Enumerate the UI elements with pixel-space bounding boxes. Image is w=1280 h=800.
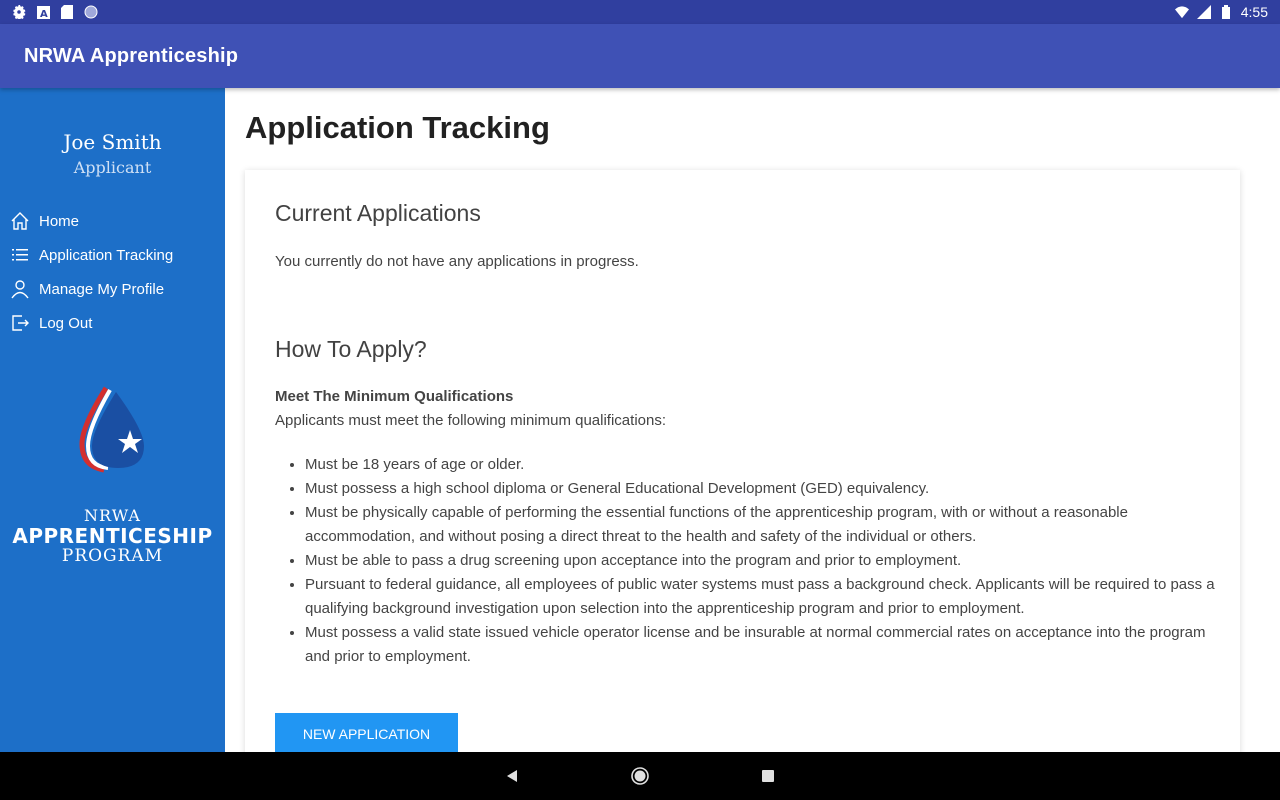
person-icon — [10, 279, 30, 299]
battery-icon — [1219, 5, 1233, 19]
logo-line-1: NRWA — [84, 506, 141, 525]
user-role: Applicant — [73, 158, 152, 177]
sidebar-item-label: Home — [39, 212, 80, 230]
page-title: Application Tracking — [245, 110, 550, 145]
sidebar-item-label: Manage My Profile — [39, 280, 165, 298]
home-circle-icon[interactable] — [630, 766, 650, 786]
how-to-apply-title: How To Apply? — [275, 336, 427, 362]
status-left-icons: A — [12, 5, 98, 19]
list-item: Must possess a high school diploma or Ge… — [305, 477, 1220, 501]
main-content: Application Tracking Current Application… — [225, 88, 1280, 752]
new-application-button[interactable]: New Application — [275, 713, 458, 752]
sidebar: Joe Smith Applicant Home Application Tra… — [0, 88, 225, 752]
status-right: 4:55 — [1174, 4, 1268, 20]
logo-line-2: APPRENTICESHIP — [12, 524, 213, 548]
nrwa-logo-drop — [72, 386, 152, 476]
signal-icon — [1196, 5, 1211, 19]
current-applications-title: Current Applications — [275, 200, 481, 226]
sidebar-item-log-out[interactable]: Log Out — [0, 306, 225, 340]
svg-text:A: A — [40, 9, 48, 19]
sd-card-icon — [60, 5, 74, 19]
status-bar: A 4:55 — [0, 0, 1280, 24]
settings-icon — [12, 5, 26, 19]
status-time: 4:55 — [1240, 4, 1268, 20]
list-item: Must possess a valid state issued vehicl… — [305, 621, 1220, 669]
qualifications-intro: Applicants must meet the following minim… — [275, 412, 667, 429]
logo-line-3: PROGRAM — [61, 546, 164, 566]
logout-icon — [10, 313, 30, 333]
card-body: Current Applications You currently do no… — [275, 200, 1220, 669]
list-icon — [10, 245, 30, 265]
list-item: Must be physically capable of performing… — [305, 501, 1220, 549]
user-name: Joe Smith — [63, 130, 162, 154]
nrwa-logo-text: NRWA APPRENTICESHIP PROGRAM — [0, 506, 225, 565]
content-card: Current Applications You currently do no… — [245, 170, 1240, 752]
qualifications-list: Must be 18 years of age or older. Must p… — [275, 453, 1220, 669]
system-nav-bar — [0, 752, 1280, 800]
list-item: Pursuant to federal guidance, all employ… — [305, 573, 1220, 621]
sidebar-item-label: Application Tracking — [39, 246, 174, 264]
sidebar-item-label: Log Out — [39, 314, 93, 332]
sidebar-item-home[interactable]: Home — [0, 204, 225, 238]
app-title: NRWA Apprenticeship — [24, 44, 239, 67]
app-bar: NRWA Apprenticeship — [0, 24, 1280, 88]
qualifications-subtitle: Meet The Minimum Qualifications — [275, 388, 514, 405]
list-item: Must be 18 years of age or older. — [305, 453, 1220, 477]
back-icon[interactable] — [502, 766, 522, 786]
font-icon: A — [36, 5, 50, 19]
list-item: Must be able to pass a drug screening up… — [305, 549, 1220, 573]
recents-icon[interactable] — [758, 766, 778, 786]
sidebar-nav: Home Application Tracking Manage My Prof… — [0, 204, 225, 340]
wifi-icon — [1174, 5, 1189, 19]
home-icon — [10, 211, 30, 231]
sidebar-item-manage-profile[interactable]: Manage My Profile — [0, 272, 225, 306]
circle-icon — [84, 5, 98, 19]
sidebar-item-application-tracking[interactable]: Application Tracking — [0, 238, 225, 272]
current-applications-text: You currently do not have any applicatio… — [275, 253, 639, 270]
